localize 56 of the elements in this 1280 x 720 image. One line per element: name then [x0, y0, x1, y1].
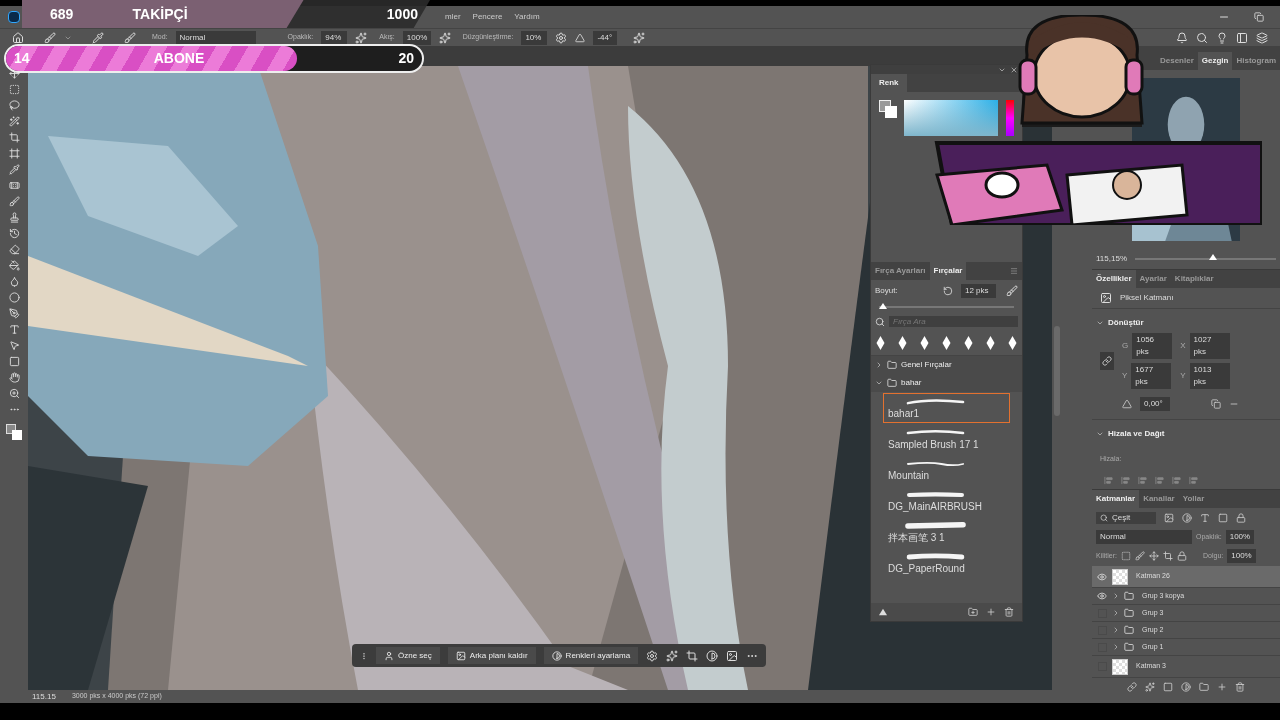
section-title: Hizala ve Dağıt: [1108, 428, 1165, 440]
subscriber-goal: 20: [398, 49, 414, 68]
brush-name: 拌本画笔 3 1: [888, 532, 946, 544]
follower-label: TAKİPÇİ: [132, 4, 188, 24]
angle-field[interactable]: 0,00°: [1140, 397, 1170, 411]
panel-tab[interactable]: Özellikler: [1092, 270, 1136, 288]
brush-name: Mountain: [888, 470, 931, 482]
brush-preset[interactable]: 拌本画笔 3 1: [883, 517, 1010, 547]
subscriber-count: 14: [14, 49, 30, 68]
brush-preset[interactable]: Sampled Brush 17 1: [883, 424, 1010, 454]
task-button[interactable]: Özne seç: [376, 647, 440, 664]
field-label: Y: [1180, 370, 1186, 382]
angle-field[interactable]: -44°: [593, 30, 618, 45]
brush-name: DG_PaperRound: [888, 563, 966, 575]
fill-field[interactable]: 100%: [1227, 549, 1256, 563]
menu-item[interactable]: Yardım: [514, 11, 540, 23]
opacity-field[interactable]: 100%: [1225, 530, 1255, 544]
brush-folder-row[interactable]: bahar: [871, 374, 1022, 392]
field-label: Y: [1122, 370, 1128, 382]
value-field[interactable]: 1013 pks: [1189, 363, 1230, 389]
subscriber-label: ABONE: [153, 49, 205, 68]
filter-dropdown[interactable]: Çeşit: [1096, 512, 1156, 524]
mode-dropdown[interactable]: Normal: [175, 30, 256, 45]
section-title: Dönüştür: [1108, 317, 1144, 329]
brush-preset[interactable]: DG_PaperRound: [883, 548, 1010, 578]
blend-mode-dropdown[interactable]: Normal: [1096, 530, 1192, 544]
value-field[interactable]: 1056 pks: [1132, 333, 1173, 359]
brush-preset[interactable]: Mountain: [883, 455, 1010, 485]
brush-preset[interactable]: bahar1: [883, 393, 1010, 423]
status-zoom: 115.15: [32, 690, 56, 703]
task-button[interactable]: Renkleri ayarlama: [543, 647, 639, 664]
panel-tab[interactable]: Katmanlar: [1092, 490, 1140, 508]
follower-goal: 1000: [386, 4, 418, 24]
flow-field[interactable]: 100%: [402, 30, 431, 45]
size-field[interactable]: 12 pks: [961, 284, 996, 298]
opacity-field[interactable]: 94%: [321, 30, 348, 45]
smoothing-field[interactable]: 10%: [521, 30, 548, 45]
zoom-level: 115,15%: [1096, 253, 1127, 265]
brush-name: Sampled Brush 17 1: [888, 439, 980, 451]
layer-type: Piksel Katmanı: [1120, 292, 1174, 304]
brush-name: bahar1: [888, 408, 921, 420]
menu-item[interactable]: Pencere: [472, 11, 503, 23]
panel-tab[interactable]: Renk: [871, 74, 907, 92]
field-label: X: [1180, 340, 1186, 352]
field-label: G: [1122, 340, 1129, 352]
menu-item[interactable]: mler: [445, 11, 461, 23]
brush-folder-row[interactable]: Genel Fırçalar: [871, 356, 1022, 374]
value-field[interactable]: 1677 pks: [1131, 363, 1172, 389]
follower-count: 689: [50, 4, 74, 24]
value-field[interactable]: 1027 pks: [1189, 333, 1230, 359]
brush-name: DG_MainAIRBRUSH: [888, 501, 983, 513]
size-label: Boyut:: [875, 285, 899, 297]
task-button[interactable]: Arka planı kaldır: [447, 647, 536, 664]
panel-tab[interactable]: Fırçalar: [929, 262, 967, 280]
brush-preset[interactable]: DG_MainAIRBRUSH: [883, 486, 1010, 516]
panel-tab[interactable]: Gezgin: [1197, 52, 1233, 70]
